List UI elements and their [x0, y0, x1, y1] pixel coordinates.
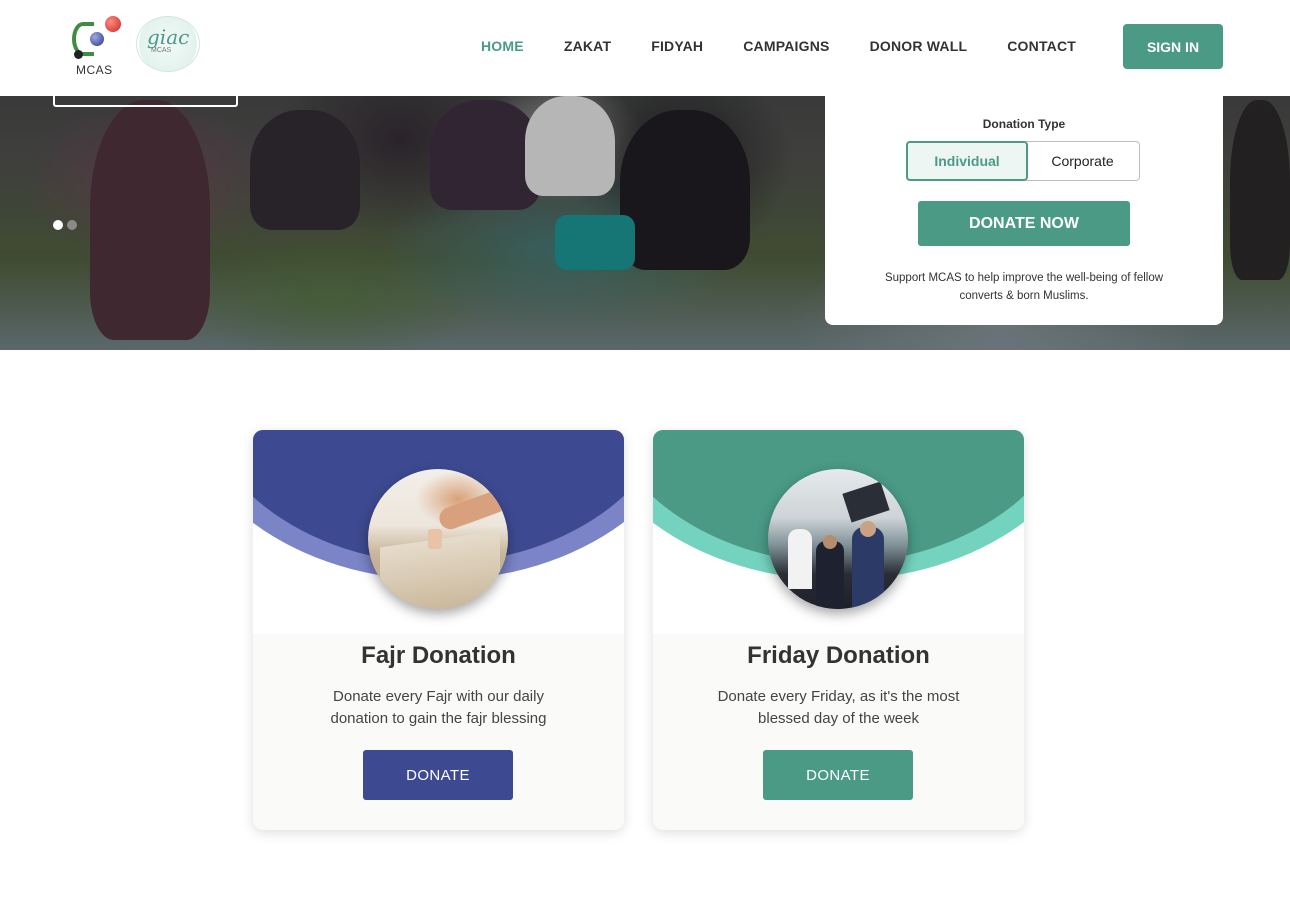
- sign-in-button[interactable]: SIGN IN: [1123, 24, 1223, 69]
- mcas-logo-text: MCAS: [76, 63, 113, 77]
- card-description: Donate every Fajr with our daily donatio…: [330, 688, 547, 727]
- card-description: Donate every Friday, as it's the most bl…: [717, 688, 960, 727]
- nav-campaigns[interactable]: CAMPAIGNS: [743, 38, 829, 54]
- donation-panel: Donation Type Individual Corporate DONAT…: [825, 72, 1223, 325]
- card-title: Friday Donation: [747, 642, 930, 669]
- nav-contact[interactable]: CONTACT: [1007, 38, 1076, 54]
- carousel-dot-1[interactable]: [53, 220, 63, 230]
- fajr-donate-button[interactable]: DONATE: [363, 750, 513, 800]
- friday-donation-card: Friday Donation Donate every Friday, as …: [653, 430, 1024, 830]
- nav-home[interactable]: HOME: [481, 38, 524, 54]
- nav-zakat[interactable]: ZAKAT: [564, 38, 611, 54]
- carousel-dot-2[interactable]: [67, 220, 77, 230]
- top-navbar: MCAS giac MCAS HOME ZAKAT FIDYAH CAMPAIG…: [0, 0, 1290, 96]
- nav-fidyah[interactable]: FIDYAH: [651, 38, 703, 54]
- donation-box-image: [368, 469, 508, 609]
- individual-option[interactable]: Individual: [906, 141, 1028, 181]
- carousel-dots: [53, 220, 77, 230]
- main-nav: HOME ZAKAT FIDYAH CAMPAIGNS DONOR WALL C…: [481, 38, 1116, 54]
- giac-logo[interactable]: giac MCAS: [136, 16, 200, 72]
- friday-donate-button[interactable]: DONATE: [763, 750, 913, 800]
- fajr-donation-card: Fajr Donation Donate every Fajr with our…: [253, 430, 624, 830]
- donation-type-label: Donation Type: [982, 117, 1066, 131]
- donation-panel-note: Support MCAS to help improve the well-be…: [884, 272, 1164, 302]
- corporate-option[interactable]: Corporate: [1026, 141, 1140, 181]
- donate-now-button[interactable]: DONATE NOW: [918, 201, 1130, 246]
- card-title: Fajr Donation: [361, 642, 516, 669]
- nav-donor-wall[interactable]: DONOR WALL: [870, 38, 968, 54]
- friday-prayer-image: [768, 469, 908, 609]
- donation-type-toggle: Individual Corporate: [906, 141, 1140, 181]
- mcas-logo[interactable]: MCAS: [68, 14, 124, 78]
